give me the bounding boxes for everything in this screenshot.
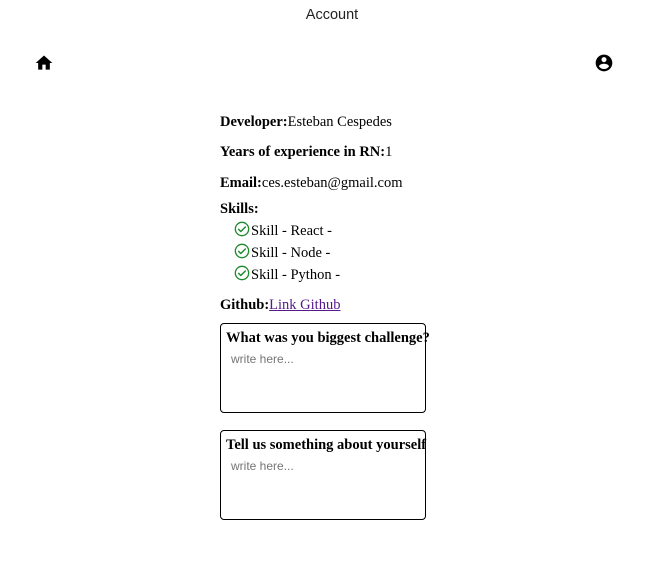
about-answer-field[interactable] — [225, 457, 427, 515]
check-circle-icon — [234, 265, 250, 281]
skill-label: Skill - Python - — [251, 267, 341, 283]
home-icon — [35, 55, 53, 70]
developer-row: Developer:Esteban Cespedes — [220, 114, 392, 131]
challenge-question-title: What was you biggest challenge? — [226, 330, 430, 346]
developer-value: Esteban Cespedes — [287, 114, 392, 130]
skill-label: Skill - Node - — [251, 245, 331, 261]
home-button[interactable] — [34, 53, 54, 73]
page-title: Account — [305, 7, 359, 23]
github-row: Github:Link Github — [220, 297, 340, 314]
challenge-question-box: What was you biggest challenge? — [220, 323, 430, 413]
check-circle-icon — [234, 221, 250, 237]
experience-row: Years of experience in RN:1 — [220, 144, 392, 161]
list-item: Skill - Python - — [234, 265, 341, 288]
experience-value: 1 — [385, 144, 393, 160]
skill-label: Skill - React - — [251, 223, 332, 239]
experience-label: Years of experience in RN: — [220, 144, 386, 160]
skills-list: Skill - React - Skill - Node - Skill - P… — [234, 221, 341, 288]
github-link[interactable]: Link Github — [269, 297, 340, 313]
skills-heading: Skills: — [220, 201, 259, 218]
developer-label: Developer: — [220, 114, 288, 130]
profile-button[interactable] — [594, 53, 614, 73]
skills-label: Skills: — [220, 201, 259, 217]
about-question-title: Tell us something about yourself — [226, 437, 427, 453]
email-row: Email:ces.esteban@gmail.com — [220, 175, 402, 192]
account-circle-icon — [595, 54, 613, 72]
list-item: Skill - React - — [234, 221, 340, 244]
challenge-answer-field[interactable] — [225, 350, 427, 408]
email-value: ces.esteban@gmail.com — [261, 175, 403, 191]
check-circle-icon — [234, 243, 250, 259]
email-label: Email: — [220, 175, 262, 191]
list-item: Skill - Node - — [234, 243, 340, 266]
about-question-box: Tell us something about yourself — [220, 430, 427, 520]
github-label: Github: — [220, 297, 270, 313]
